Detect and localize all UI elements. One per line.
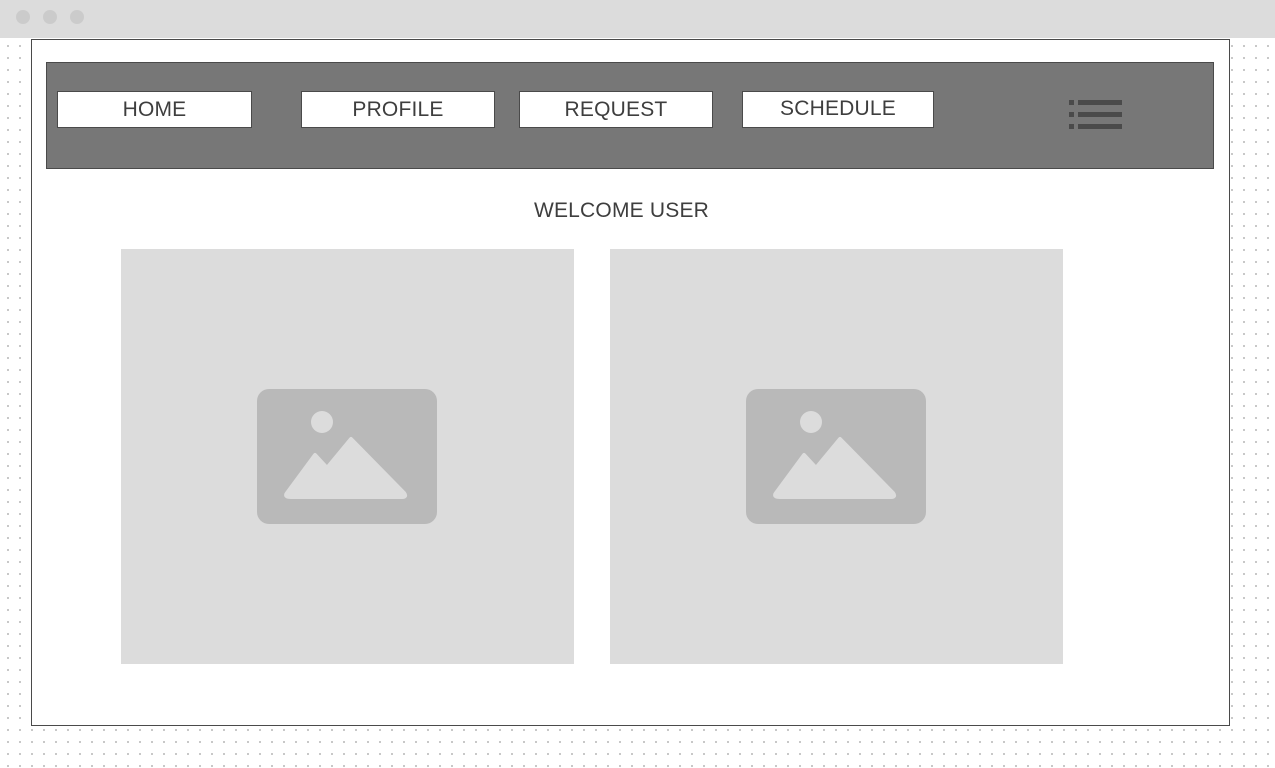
image-placeholder-2	[610, 249, 1063, 664]
image-placeholder-icon	[257, 389, 437, 524]
window-titlebar	[0, 0, 1275, 38]
window-minimize-dot[interactable]	[43, 10, 57, 24]
window-maximize-dot[interactable]	[70, 10, 84, 24]
image-placeholder-1	[121, 249, 574, 664]
page-frame: HOME PROFILE REQUEST SCHEDULE WELCOME US…	[31, 39, 1230, 726]
image-placeholder-icon	[746, 389, 926, 524]
nav-request-button[interactable]: REQUEST	[519, 91, 713, 128]
window-close-dot[interactable]	[16, 10, 30, 24]
navbar: HOME PROFILE REQUEST SCHEDULE	[46, 62, 1214, 169]
nav-schedule-button[interactable]: SCHEDULE	[742, 91, 934, 128]
nav-home-button[interactable]: HOME	[57, 91, 252, 128]
nav-profile-button[interactable]: PROFILE	[301, 91, 495, 128]
hamburger-menu-icon[interactable]	[1069, 100, 1123, 132]
welcome-heading: WELCOME USER	[533, 199, 710, 222]
